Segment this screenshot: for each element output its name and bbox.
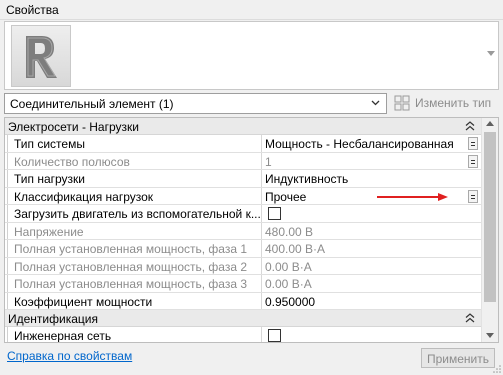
property-row-power-factor[interactable]: Коэффициент мощности 0.950000 bbox=[5, 292, 481, 310]
vertical-scrollbar[interactable] bbox=[481, 118, 498, 342]
property-value[interactable]: 0.950000 bbox=[263, 293, 467, 310]
property-name: Количество полюсов bbox=[5, 152, 262, 169]
instance-filter-dropdown[interactable]: Соединительный элемент (1) bbox=[4, 93, 387, 114]
revit-logo-icon bbox=[11, 25, 71, 87]
collapse-icon[interactable] bbox=[465, 313, 475, 323]
edit-type-icon bbox=[394, 95, 410, 111]
chevron-down-icon bbox=[371, 100, 380, 106]
property-name: Полная установленная мощность, фаза 1 bbox=[5, 240, 262, 257]
property-name: Загрузить двигатель из вспомогательной к… bbox=[5, 205, 262, 222]
window-titlebar: Свойства bbox=[0, 0, 503, 20]
property-row-motor-load[interactable]: Загрузить двигатель из вспомогательной к… bbox=[5, 205, 481, 223]
property-value[interactable]: Индуктивность bbox=[263, 170, 467, 187]
property-menu-button[interactable] bbox=[468, 189, 478, 203]
type-selector-panel[interactable] bbox=[4, 21, 499, 90]
property-value: 400.00 В·А bbox=[265, 242, 326, 256]
scroll-thumb[interactable] bbox=[484, 132, 496, 302]
property-row-apparent-load-phase-2[interactable]: Полная установленная мощность, фаза 2 0.… bbox=[5, 257, 481, 275]
instance-selector-row: Соединительный элемент (1) Изменить тип bbox=[4, 93, 499, 114]
property-value[interactable]: Мощность - Несбалансированная bbox=[263, 135, 467, 152]
properties-grid: Электросети - Нагрузки Тип системы Мощно… bbox=[4, 117, 499, 343]
motor-load-checkbox[interactable] bbox=[268, 207, 281, 220]
property-row-load-type[interactable]: Тип нагрузки Индуктивность bbox=[5, 170, 481, 188]
property-name: Напряжение bbox=[5, 222, 262, 239]
property-name: Тип системы bbox=[5, 135, 262, 152]
property-value: 0.00 В·А bbox=[265, 259, 312, 274]
resize-grip-icon[interactable] bbox=[493, 365, 501, 373]
scroll-down-icon[interactable] bbox=[486, 333, 494, 338]
group-title: Электросети - Нагрузки bbox=[8, 120, 139, 134]
window-title: Свойства bbox=[6, 3, 59, 17]
property-name: Коэффициент мощности bbox=[5, 292, 262, 309]
property-name: Тип нагрузки bbox=[5, 170, 262, 187]
property-row-apparent-load-phase-3[interactable]: Полная установленная мощность, фаза 3 0.… bbox=[5, 275, 481, 293]
property-value bbox=[263, 205, 467, 222]
scroll-up-icon[interactable] bbox=[486, 121, 494, 126]
property-value bbox=[263, 327, 467, 342]
property-name: Полная установленная мощность, фаза 3 bbox=[5, 275, 262, 292]
group-header-electrical-loads[interactable]: Электросети - Нагрузки bbox=[5, 118, 481, 135]
property-value: 480.00 В bbox=[265, 224, 314, 239]
property-row-engineering-system[interactable]: Инженерная сеть bbox=[5, 327, 481, 342]
property-name: Инженерная сеть bbox=[5, 327, 262, 342]
property-row-pole-count[interactable]: Количество полюсов 1 bbox=[5, 152, 481, 170]
edit-type-label: Изменить тип bbox=[415, 96, 492, 110]
engineering-system-checkbox[interactable] bbox=[268, 329, 281, 342]
apply-button[interactable]: Применить bbox=[421, 348, 495, 368]
properties-help-link[interactable]: Справка по свойствам bbox=[7, 349, 132, 363]
property-name: Классификация нагрузок bbox=[5, 187, 262, 204]
property-name: Полная установленная мощность, фаза 2 bbox=[5, 257, 262, 274]
properties-footer: Справка по свойствам Применить bbox=[0, 346, 503, 375]
annotation-arrow-icon bbox=[377, 192, 448, 201]
property-row-load-classification[interactable]: Классификация нагрузок Прочее bbox=[5, 187, 481, 205]
edit-type-button[interactable]: Изменить тип bbox=[392, 93, 498, 114]
type-list-arrow-icon[interactable] bbox=[487, 51, 495, 56]
property-row-apparent-load-phase-1[interactable]: Полная установленная мощность, фаза 1 40… bbox=[5, 240, 481, 258]
property-row-system-type[interactable]: Тип системы Мощность - Несбалансированна… bbox=[5, 135, 481, 153]
property-value: 0.00 В·А bbox=[265, 277, 312, 291]
property-menu-button[interactable] bbox=[468, 154, 478, 168]
group-title: Идентификация bbox=[8, 312, 98, 326]
property-row-voltage[interactable]: Напряжение 480.00 В bbox=[5, 222, 481, 240]
property-menu-button[interactable] bbox=[468, 137, 478, 150]
collapse-icon[interactable] bbox=[465, 121, 475, 131]
group-header-identity[interactable]: Идентификация bbox=[5, 310, 481, 327]
properties-rows: Электросети - Нагрузки Тип системы Мощно… bbox=[5, 118, 481, 342]
instance-filter-value: Соединительный элемент (1) bbox=[10, 97, 174, 111]
property-value: 1 bbox=[265, 154, 272, 169]
